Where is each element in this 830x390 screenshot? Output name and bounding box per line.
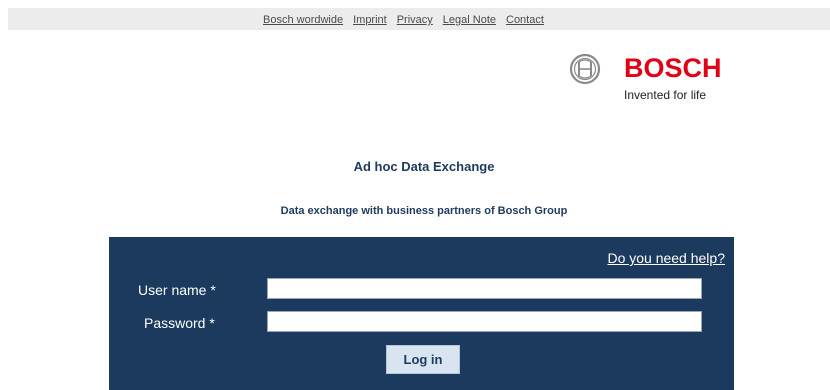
password-label: Password *	[144, 315, 215, 331]
brand-wordmark: BOSCH	[624, 53, 722, 83]
link-legal-note[interactable]: Legal Note	[443, 14, 496, 26]
login-button[interactable]: Log in	[386, 345, 460, 374]
username-label: User name *	[138, 282, 216, 298]
login-panel: Do you need help? User name * Password *…	[109, 237, 734, 390]
password-input[interactable]	[267, 311, 702, 332]
help-link[interactable]: Do you need help?	[607, 250, 725, 266]
top-navigation: Bosch wordwide Imprint Privacy Legal Not…	[263, 9, 554, 31]
link-privacy[interactable]: Privacy	[397, 14, 433, 26]
username-input[interactable]	[267, 278, 702, 299]
link-imprint[interactable]: Imprint	[353, 14, 387, 26]
link-bosch-worldwide[interactable]: Bosch wordwide	[263, 14, 343, 26]
page-title: Ad hoc Data Exchange	[353, 159, 495, 174]
bosch-armature-icon	[569, 53, 601, 85]
page-subtitle: Data exchange with business partners of …	[280, 205, 568, 217]
link-contact[interactable]: Contact	[506, 14, 544, 26]
bosch-logo: BOSCH Invented for life	[569, 52, 739, 108]
brand-tagline: Invented for life	[624, 88, 707, 102]
